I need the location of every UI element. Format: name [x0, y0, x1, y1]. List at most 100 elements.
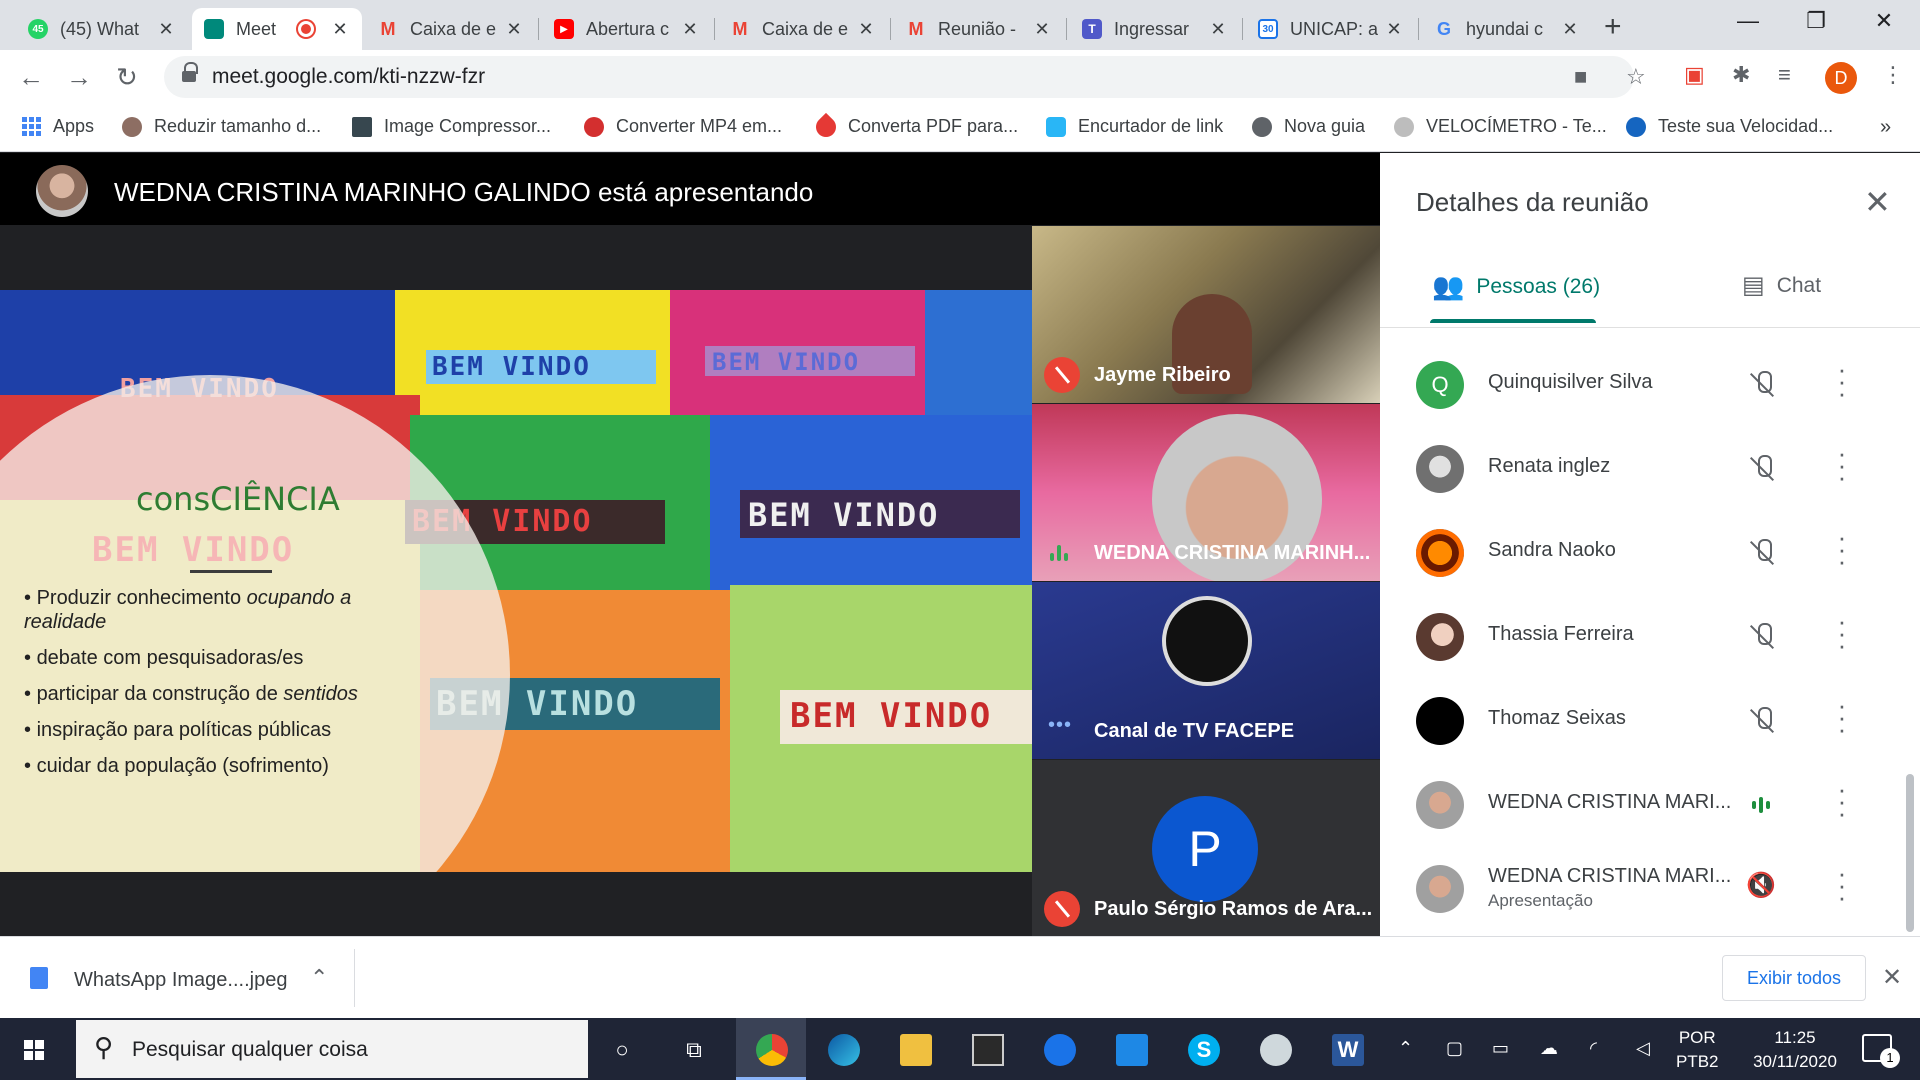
tab-google-search[interactable]: G hyundai c ✕: [1422, 8, 1592, 50]
bookmark-item[interactable]: Image Compressor...: [352, 116, 551, 137]
windows-start-icon[interactable]: [24, 1040, 44, 1060]
close-window-button[interactable]: ✕: [1864, 8, 1904, 34]
list-item[interactable]: Sandra Naoko · · ·: [1380, 511, 1920, 595]
list-item[interactable]: WEDNA CRISTINA MARI... · · ·: [1380, 763, 1920, 847]
skype-icon[interactable]: S: [1188, 1034, 1220, 1066]
more-vert-icon[interactable]: · · ·: [1832, 440, 1852, 490]
tray-device-icon[interactable]: ▢: [1446, 1038, 1463, 1059]
close-tab-icon[interactable]: ✕: [1208, 19, 1228, 40]
extensions-puzzle-icon[interactable]: ✱: [1732, 62, 1750, 88]
video-tile[interactable]: Jayme Ribeiro: [1032, 226, 1380, 403]
tab-whatsapp[interactable]: 45 (45) What ✕: [16, 8, 188, 50]
close-tab-icon[interactable]: ✕: [680, 19, 700, 40]
more-vert-icon[interactable]: · · ·: [1832, 524, 1852, 574]
tab-gmail-2[interactable]: M Caixa de e ✕: [718, 8, 888, 50]
slide-bullet: Produzir conhecimento ocupando a realida…: [24, 586, 424, 634]
more-bookmarks-button[interactable]: »: [1880, 116, 1891, 139]
profile-avatar[interactable]: D: [1825, 62, 1857, 94]
bookmark-item[interactable]: Converter MP4 em...: [584, 116, 782, 137]
more-vert-icon[interactable]: · · ·: [1832, 692, 1852, 742]
close-tab-icon[interactable]: ✕: [504, 19, 524, 40]
close-tab-icon[interactable]: ✕: [1032, 19, 1052, 40]
wifi-icon[interactable]: ◜: [1590, 1038, 1597, 1059]
word-icon[interactable]: W: [1332, 1034, 1364, 1066]
tab-gmail-1[interactable]: M Caixa de e ✕: [366, 8, 536, 50]
show-all-button[interactable]: Exibir todos: [1722, 955, 1866, 1001]
taskbar-clock[interactable]: 11:25 30/11/2020: [1740, 1026, 1850, 1074]
close-tab-icon[interactable]: ✕: [330, 19, 350, 40]
bookmark-item[interactable]: Encurtador de link: [1046, 116, 1223, 137]
address-bar[interactable]: meet.google.com/kti-nzzw-fzr ■ ☆: [164, 56, 1646, 98]
tab-gmail-3[interactable]: M Reunião - ✕: [894, 8, 1064, 50]
list-item[interactable]: Renata inglez · · ·: [1380, 427, 1920, 511]
list-item[interactable]: WEDNA CRISTINA MARI... Apresentação 🔇 · ·…: [1380, 847, 1920, 931]
back-button[interactable]: ←: [18, 62, 44, 93]
store-icon[interactable]: [972, 1034, 1004, 1066]
tab-meet[interactable]: Meet ✕: [192, 8, 362, 50]
tab-title: UNICAP: a: [1290, 18, 1378, 39]
avatar: [1416, 697, 1464, 745]
url-text: meet.google.com/kti-nzzw-fzr: [212, 65, 486, 88]
new-tab-button[interactable]: +: [1604, 10, 1622, 44]
bookmark-item[interactable]: Teste sua Velocidad...: [1626, 116, 1833, 137]
close-tab-icon[interactable]: ✕: [1384, 19, 1404, 40]
tab-calendar[interactable]: 30 UNICAP: a ✕: [1246, 8, 1416, 50]
taskbar-search-box[interactable]: ⚲ Pesquisar qualquer coisa: [76, 1020, 588, 1078]
close-icon[interactable]: ✕: [1864, 183, 1891, 221]
more-vert-icon[interactable]: · · ·: [1832, 356, 1852, 406]
tab-chat[interactable]: ▤ Chat: [1742, 271, 1821, 300]
restore-button[interactable]: ❐: [1796, 8, 1836, 34]
volume-off-icon: 🔇: [1746, 872, 1776, 899]
chevron-up-icon[interactable]: ⌃: [310, 965, 328, 991]
list-item[interactable]: Thomaz Seixas · · ·: [1380, 679, 1920, 763]
tab-title: Caixa de e: [762, 18, 849, 39]
reload-button[interactable]: ↻: [116, 62, 138, 93]
minimize-button[interactable]: —: [1728, 8, 1768, 34]
extension-shield-icon[interactable]: ▣: [1684, 62, 1705, 88]
recording-icon: [298, 21, 314, 37]
edge-icon[interactable]: [828, 1034, 860, 1066]
close-icon[interactable]: ✕: [1882, 963, 1902, 992]
tab-youtube[interactable]: ▶ Abertura c ✕: [542, 8, 712, 50]
tab-people[interactable]: 👥 Pessoas (26): [1432, 271, 1600, 302]
video-tile[interactable]: WEDNA CRISTINA MARINH...: [1032, 404, 1380, 581]
presenter-bar: WEDNA CRISTINA MARINHO GALINDO está apre…: [0, 153, 1380, 225]
cortana-icon[interactable]: ○: [606, 1034, 638, 1066]
more-vert-icon[interactable]: · · ·: [1832, 860, 1852, 910]
camera-icon[interactable]: ■: [1574, 64, 1587, 90]
bookmark-item[interactable]: Reduzir tamanho d...: [122, 116, 321, 137]
person-name: WEDNA CRISTINA MARI...: [1488, 791, 1732, 813]
bookmark-star-icon[interactable]: ☆: [1626, 64, 1646, 90]
more-vert-icon[interactable]: · · ·: [1832, 608, 1852, 658]
menu-kebab-icon[interactable]: ⋮: [1882, 62, 1904, 88]
forward-button[interactable]: →: [66, 62, 92, 93]
bookmark-item[interactable]: Nova guia: [1252, 116, 1365, 137]
battery-icon[interactable]: ▭: [1492, 1038, 1509, 1059]
download-filename[interactable]: WhatsApp Image....jpeg: [74, 969, 287, 992]
more-vert-icon[interactable]: · · ·: [1832, 776, 1852, 826]
bookmark-item[interactable]: Converta PDF para...: [811, 112, 1018, 141]
bookmark-apps[interactable]: Apps: [22, 116, 94, 137]
language-indicator[interactable]: POR PTB2: [1676, 1026, 1719, 1074]
cloud-icon[interactable]: ☁: [1540, 1038, 1558, 1059]
bookmark-item[interactable]: VELOCÍMETRO - Te...: [1394, 116, 1607, 137]
media-control-icon[interactable]: ≡: [1778, 62, 1791, 88]
chrome-icon[interactable]: [756, 1034, 788, 1066]
volume-icon[interactable]: ◁: [1636, 1038, 1650, 1059]
tab-teams[interactable]: T Ingressar ✕: [1070, 8, 1240, 50]
close-tab-icon[interactable]: ✕: [856, 19, 876, 40]
list-item[interactable]: Thassia Ferreira · · ·: [1380, 595, 1920, 679]
video-tile[interactable]: P Paulo Sérgio Ramos de Ara...: [1032, 760, 1380, 937]
sync-icon[interactable]: [1044, 1034, 1076, 1066]
close-tab-icon[interactable]: ✕: [156, 19, 176, 40]
close-tab-icon[interactable]: ✕: [1560, 19, 1580, 40]
list-item[interactable]: Q Quinquisilver Silva · · ·: [1380, 343, 1920, 427]
notifications-icon[interactable]: 1: [1862, 1034, 1900, 1068]
video-tile[interactable]: ••• Canal de TV FACEPE: [1032, 582, 1380, 759]
paint-icon[interactable]: [1260, 1034, 1292, 1066]
file-explorer-icon[interactable]: [900, 1034, 932, 1066]
panel-scrollbar[interactable]: [1906, 774, 1914, 932]
mail-icon[interactable]: [1116, 1034, 1148, 1066]
task-view-icon[interactable]: ⧉: [678, 1034, 710, 1066]
tray-chevron-icon[interactable]: ⌃: [1398, 1038, 1413, 1059]
